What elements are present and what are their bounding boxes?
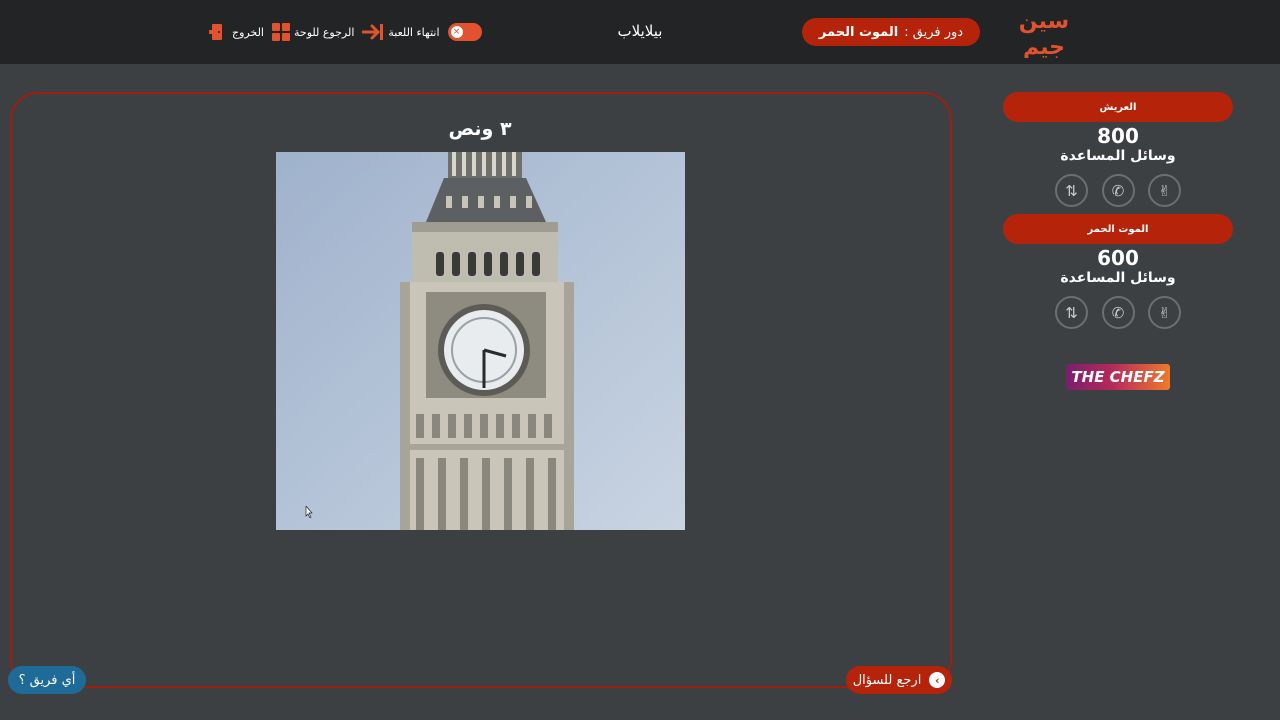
turn-team-name: الموت الحمر [818,24,899,40]
aids-label: وسائل المساعدة [1060,148,1176,164]
top-bar: سين جيم دور فريق : الموت الحمر بيلايلاب … [0,0,1280,64]
swap-icon[interactable]: ⇅ [1055,296,1088,329]
end-game-label: انتهاء اللعبة [388,25,440,39]
phone-icon[interactable]: ✆ [1101,296,1135,329]
team-name: الموت الحمر [1087,223,1149,235]
aids-label: وسائل المساعدة [1060,270,1176,286]
back-to-board-label: الرجوع للوحة [294,25,355,39]
mouse-cursor-icon [305,506,313,518]
exit-button[interactable]: الخروج [208,23,264,41]
end-game-button[interactable]: انتهاء اللعبة [362,23,440,41]
chevron-left-icon: ‹ [929,672,946,688]
aids-row: ⇅ ✆ ✌ [1055,174,1181,207]
team-score: 600 [1097,246,1139,270]
nav-actions: الخروج الرجوع للوحة انتهاء اللعبة × [208,20,482,44]
question-title: ٣ ونص [448,118,512,140]
svg-text:سين: سين [1019,9,1069,34]
question-image [276,152,685,530]
arrow-to-line-icon [362,24,384,40]
current-turn-badge: دور فريق : الموت الحمر [802,18,980,46]
team-name-badge: الموت الحمر [1003,214,1233,244]
aids-row: ⇅ ✆ ✌ [1055,296,1181,329]
end-game-toggle[interactable]: × [447,23,482,41]
exit-label: الخروج [232,25,264,39]
app-logo: سين جيم [1019,9,1069,58]
which-team-button[interactable]: أي فريق ؟ [8,666,86,694]
back-to-question-label: ارجع للسؤال [852,672,922,688]
grid-icon [272,23,290,41]
sponsor-text: THE CHEFZ [1071,368,1165,386]
team-name: العريش [1099,101,1137,113]
exit-door-icon [209,24,222,40]
big-ben-image [276,152,685,530]
swap-icon[interactable]: ⇅ [1055,174,1088,207]
turn-label: دور فريق : [904,24,964,40]
team-name-badge: العريش [1003,92,1233,122]
back-to-board-button[interactable]: الرجوع للوحة [272,23,354,41]
which-team-label: أي فريق ؟ [18,672,76,688]
phone-icon[interactable]: ✆ [1101,174,1135,207]
back-to-question-button[interactable]: ارجع للسؤال ‹ [846,666,952,694]
game-name: بيلايلاب [617,22,663,40]
team-score: 800 [1097,124,1139,148]
sponsor-logo: THE CHEFZ [1066,364,1170,390]
close-icon: × [450,26,463,38]
peace-hand-icon[interactable]: ✌ [1148,174,1181,207]
svg-text:جيم: جيم [1023,35,1065,58]
peace-hand-icon[interactable]: ✌ [1148,296,1181,329]
